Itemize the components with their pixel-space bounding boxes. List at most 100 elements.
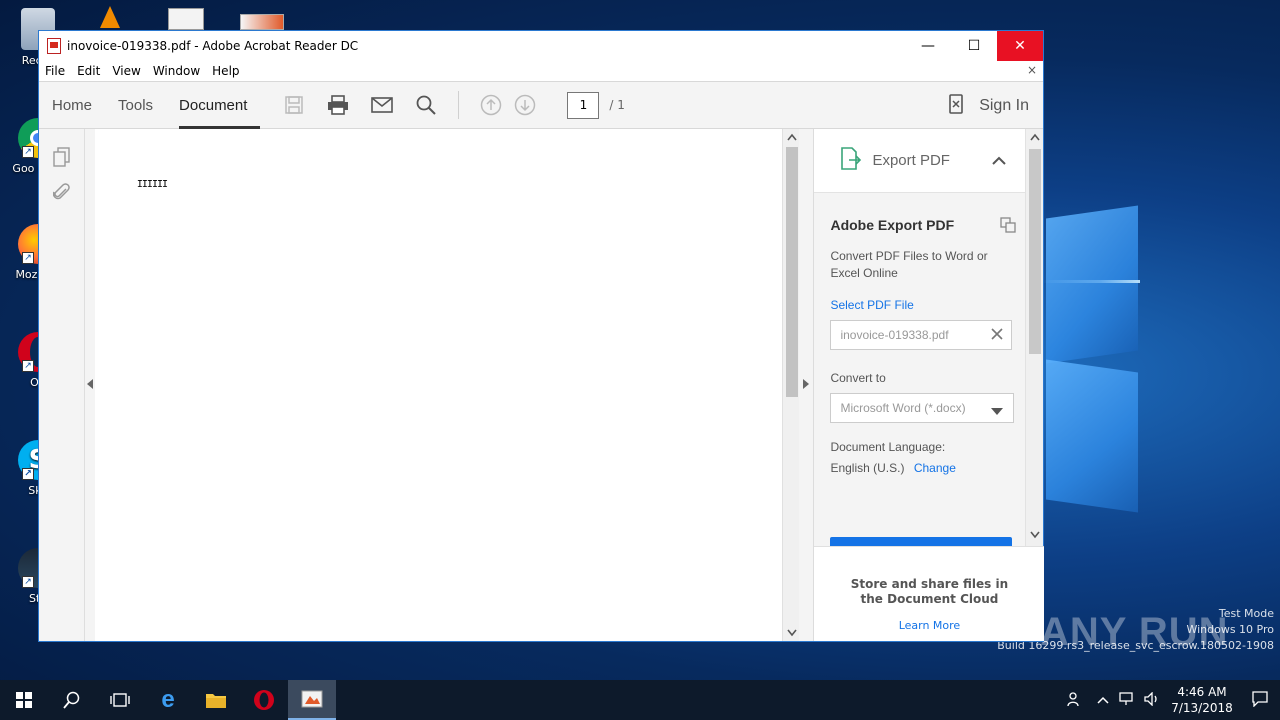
close-button[interactable]: ✕ <box>997 31 1043 61</box>
panel-scrollbar-thumb[interactable] <box>1029 149 1041 354</box>
windows-start-icon <box>16 692 32 708</box>
export-pdf-body: Adobe Export PDF Convert PDF Files to Wo… <box>814 193 1026 477</box>
tab-home[interactable]: Home <box>39 81 105 129</box>
title-bar[interactable]: inovoice-019338.pdf - Adobe Acrobat Read… <box>39 31 1043 61</box>
people-icon[interactable] <box>1060 691 1090 710</box>
tab-tools[interactable]: Tools <box>105 81 166 129</box>
task-view-button[interactable] <box>96 680 144 720</box>
scrollbar-thumb[interactable] <box>785 147 798 397</box>
convert-to-value: Microsoft Word (*.docx) <box>840 401 966 415</box>
document-scrollbar[interactable] <box>781 129 800 641</box>
menu-bar: File Edit View Window Help × <box>39 61 1043 81</box>
acrobat-icon <box>301 690 323 708</box>
save-icon[interactable] <box>282 93 306 117</box>
previous-page-icon[interactable] <box>479 93 503 117</box>
clock-date: 7/13/2018 <box>1171 701 1233 715</box>
network-icon[interactable] <box>1116 691 1140 709</box>
convert-to-label: Convert to <box>830 371 886 385</box>
taskbar-opera[interactable] <box>240 680 288 720</box>
email-icon[interactable] <box>370 93 394 117</box>
sign-in-button[interactable]: Sign In <box>949 82 1029 130</box>
shortcut-arrow-icon: ↗ <box>22 252 34 264</box>
selected-file-name: inovoice-019338.pdf <box>840 328 949 342</box>
sign-in-label: Sign In <box>979 97 1029 114</box>
desktop-icon-image[interactable] <box>240 14 284 30</box>
pdf-file-icon <box>47 38 61 54</box>
opera-icon <box>254 690 274 710</box>
shortcut-arrow-icon: ↗ <box>22 360 34 372</box>
windows-logo-pane <box>1046 205 1138 364</box>
document-language-value: English (U.S.) <box>830 461 905 475</box>
taskbar-file-explorer[interactable] <box>192 680 240 720</box>
work-area: IIIIII Export PDF Adobe Export PDF Conve… <box>39 129 1045 641</box>
shortcut-arrow-icon: ↗ <box>22 468 34 480</box>
system-tray: 4:46 AM 7/13/2018 <box>1060 680 1280 720</box>
collapse-left-panel-handle[interactable] <box>84 129 95 641</box>
export-pdf-header[interactable]: Export PDF <box>814 129 1027 193</box>
shortcut-arrow-icon: ↗ <box>22 146 34 158</box>
chevron-up-icon[interactable] <box>992 151 1006 170</box>
page-number-input[interactable]: 1 <box>567 91 600 119</box>
clear-file-icon[interactable] <box>991 328 1004 343</box>
volume-icon[interactable] <box>1140 690 1164 709</box>
desktop-icon-vlc[interactable] <box>100 6 124 30</box>
copy-icon[interactable] <box>1000 217 1017 238</box>
acrobat-window: inovoice-019338.pdf - Adobe Acrobat Read… <box>38 30 1045 642</box>
folder-icon <box>206 694 226 708</box>
print-icon[interactable] <box>326 93 350 117</box>
select-pdf-file-link[interactable]: Select PDF File <box>830 298 1026 312</box>
dropdown-arrow-icon <box>991 405 1004 419</box>
page-thumbnails-icon[interactable] <box>53 147 71 171</box>
search-icon[interactable] <box>414 93 438 117</box>
panel-scrollbar[interactable] <box>1025 129 1043 549</box>
windows-logo-pane <box>1046 359 1138 513</box>
page-total: / 1 <box>609 98 625 112</box>
learn-more-link[interactable]: Learn More <box>814 619 1044 632</box>
menu-view[interactable]: View <box>106 64 146 78</box>
barcode-text: IIIIII <box>136 179 168 190</box>
menu-file[interactable]: File <box>39 64 71 78</box>
selected-file-field[interactable]: inovoice-019338.pdf <box>830 320 1013 350</box>
clock-time: 4:46 AM <box>1177 685 1227 699</box>
search-button[interactable] <box>48 680 96 720</box>
minimize-button[interactable]: — <box>905 31 951 61</box>
change-language-link[interactable]: Change <box>914 461 956 475</box>
menu-edit[interactable]: Edit <box>71 64 106 78</box>
close-document-button[interactable]: × <box>1027 63 1037 77</box>
vlc-icon <box>100 6 120 28</box>
toolbar: Home Tools Document 1 / 1 Sign In <box>39 81 1043 129</box>
convert-to-select[interactable]: Microsoft Word (*.docx) <box>830 393 1015 423</box>
chevron-up-icon[interactable] <box>1090 693 1116 707</box>
menu-window[interactable]: Window <box>147 64 206 78</box>
toolbar-separator <box>458 91 460 119</box>
export-description: Convert PDF Files to Word or Excel Onlin… <box>830 249 988 280</box>
export-pdf-title: Export PDF <box>872 152 950 169</box>
document-cloud-footer: Store and share files in the Document Cl… <box>814 546 1045 641</box>
tab-document[interactable]: Document <box>166 81 261 129</box>
mobile-link-icon[interactable] <box>949 93 963 119</box>
document-language-label: Document Language: <box>830 440 946 454</box>
document-cloud-text: Store and share files in the Document Cl… <box>850 577 1009 606</box>
light-beam <box>1040 280 1140 283</box>
maximize-button[interactable]: ☐ <box>951 31 997 61</box>
attachments-icon[interactable] <box>52 183 71 207</box>
task-view-icon <box>110 693 130 707</box>
taskbar-acrobat-reader[interactable] <box>288 680 336 720</box>
export-pdf-icon <box>840 146 862 175</box>
menu-help[interactable]: Help <box>206 64 245 78</box>
start-button[interactable] <box>0 680 48 720</box>
next-page-icon[interactable] <box>513 93 537 117</box>
left-navigation-rail <box>39 129 85 641</box>
taskbar: e 4:46 AM 7/13/2018 <box>0 680 1280 720</box>
window-title: inovoice-019338.pdf - Adobe Acrobat Read… <box>67 39 359 53</box>
taskbar-edge[interactable]: e <box>144 680 192 720</box>
adobe-export-pdf-heading: Adobe Export PDF <box>830 217 955 233</box>
document-language-row: English (U.S.) Change <box>830 460 1026 477</box>
desktop-icon-document[interactable] <box>168 8 204 30</box>
notifications-icon[interactable] <box>1240 690 1280 710</box>
collapse-right-panel-handle[interactable] <box>799 129 814 641</box>
clock[interactable]: 4:46 AM 7/13/2018 <box>1164 684 1240 716</box>
edge-icon: e <box>161 686 175 713</box>
search-icon <box>63 691 80 709</box>
document-view[interactable]: IIIIII <box>94 129 782 641</box>
